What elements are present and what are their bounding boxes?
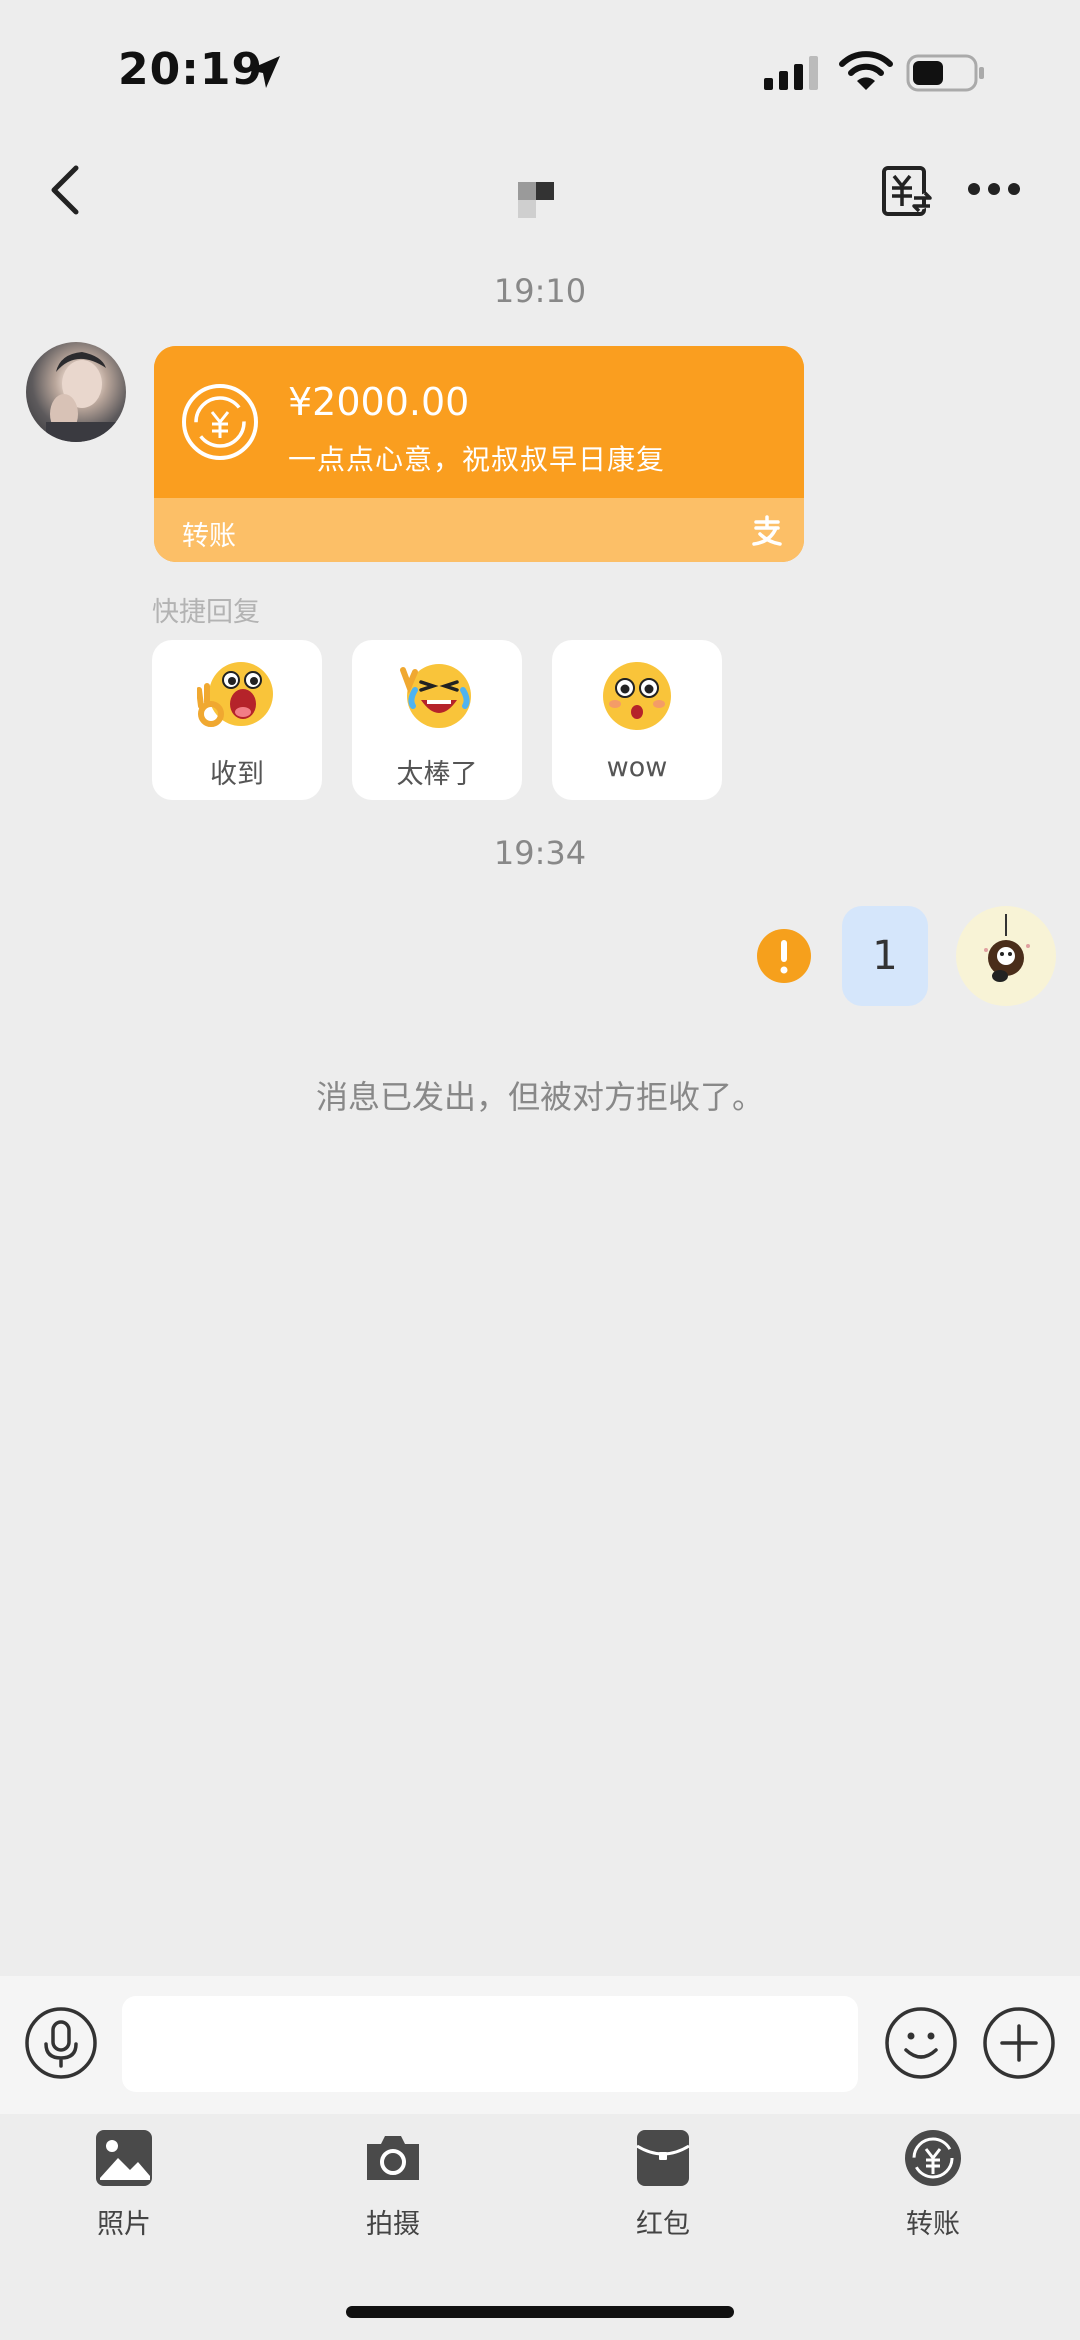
photo-icon	[96, 2130, 152, 2186]
emoji-icon[interactable]	[884, 2006, 958, 2080]
cellular-signal-icon	[764, 56, 818, 90]
home-indicator	[346, 2306, 734, 2318]
toolbar-photo-button[interactable]: 照片	[49, 2128, 199, 2240]
transfer-card-label: 转账	[182, 521, 236, 552]
quick-reply-item[interactable]: 收到	[152, 640, 322, 800]
wifi-icon	[839, 51, 893, 90]
transfer-icon	[905, 2130, 961, 2186]
toolbar-label: 转账	[906, 2209, 960, 2240]
toolbar-camera-button[interactable]: 拍摄	[318, 2128, 468, 2240]
transfer-record-icon[interactable]	[880, 164, 934, 218]
transfer-note: 一点点心意，祝叔叔早日康复	[288, 443, 666, 476]
transfer-card-footer	[154, 498, 804, 562]
quick-reply-item[interactable]: wow	[552, 640, 722, 800]
quick-reply-title: 快捷回复	[152, 597, 260, 628]
more-options-icon[interactable]	[966, 178, 1022, 200]
timestamp: 19:34	[493, 834, 587, 872]
location-arrow-icon	[248, 56, 280, 88]
battery-icon	[906, 54, 984, 92]
avatar-photo	[46, 352, 116, 442]
quick-reply-item[interactable]: 太棒了	[352, 640, 522, 800]
back-icon[interactable]	[40, 160, 94, 220]
quick-reply-label: 收到	[210, 759, 264, 790]
toolbar-label: 红包	[636, 2209, 690, 2240]
transfer-amount: ¥2000.00	[288, 380, 470, 424]
rejected-notice: 消息已发出，但被对方拒收了。	[315, 1078, 764, 1116]
alipay-icon	[752, 515, 782, 546]
send-failed-icon[interactable]	[756, 928, 812, 984]
toolbar-label: 拍摄	[366, 2209, 420, 2240]
quick-reply-label: wow	[606, 752, 668, 783]
more-actions-plus-icon[interactable]	[982, 2006, 1056, 2080]
red-envelope-icon	[636, 2130, 690, 2186]
message-input[interactable]	[122, 1996, 858, 2092]
timestamp: 19:10	[493, 272, 587, 310]
quick-reply-label: 太棒了	[396, 759, 478, 790]
transfer-icon	[182, 384, 258, 460]
status-time: 20:19	[118, 44, 264, 95]
contact-name-redacted	[518, 182, 554, 218]
toolbar-transfer-button[interactable]: 转账	[858, 2128, 1008, 2240]
toolbar-red-envelope-button[interactable]: 红包	[588, 2128, 738, 2240]
toolbar-label: 照片	[97, 2209, 151, 2240]
laughing-emoji-icon	[400, 664, 471, 728]
camera-icon	[367, 2136, 419, 2180]
my-avatar[interactable]	[956, 906, 1056, 1006]
contact-avatar[interactable]	[26, 342, 126, 442]
ok-hand-emoji-icon	[197, 662, 273, 727]
transfer-card[interactable]: ¥2000.00 一点点心意，祝叔叔早日康复 转账	[154, 346, 804, 562]
avatar-photo	[984, 914, 1030, 982]
surprised-emoji-icon	[603, 662, 671, 730]
sent-message-bubble[interactable]: 1	[842, 906, 928, 1006]
voice-input-icon[interactable]	[24, 2006, 98, 2080]
